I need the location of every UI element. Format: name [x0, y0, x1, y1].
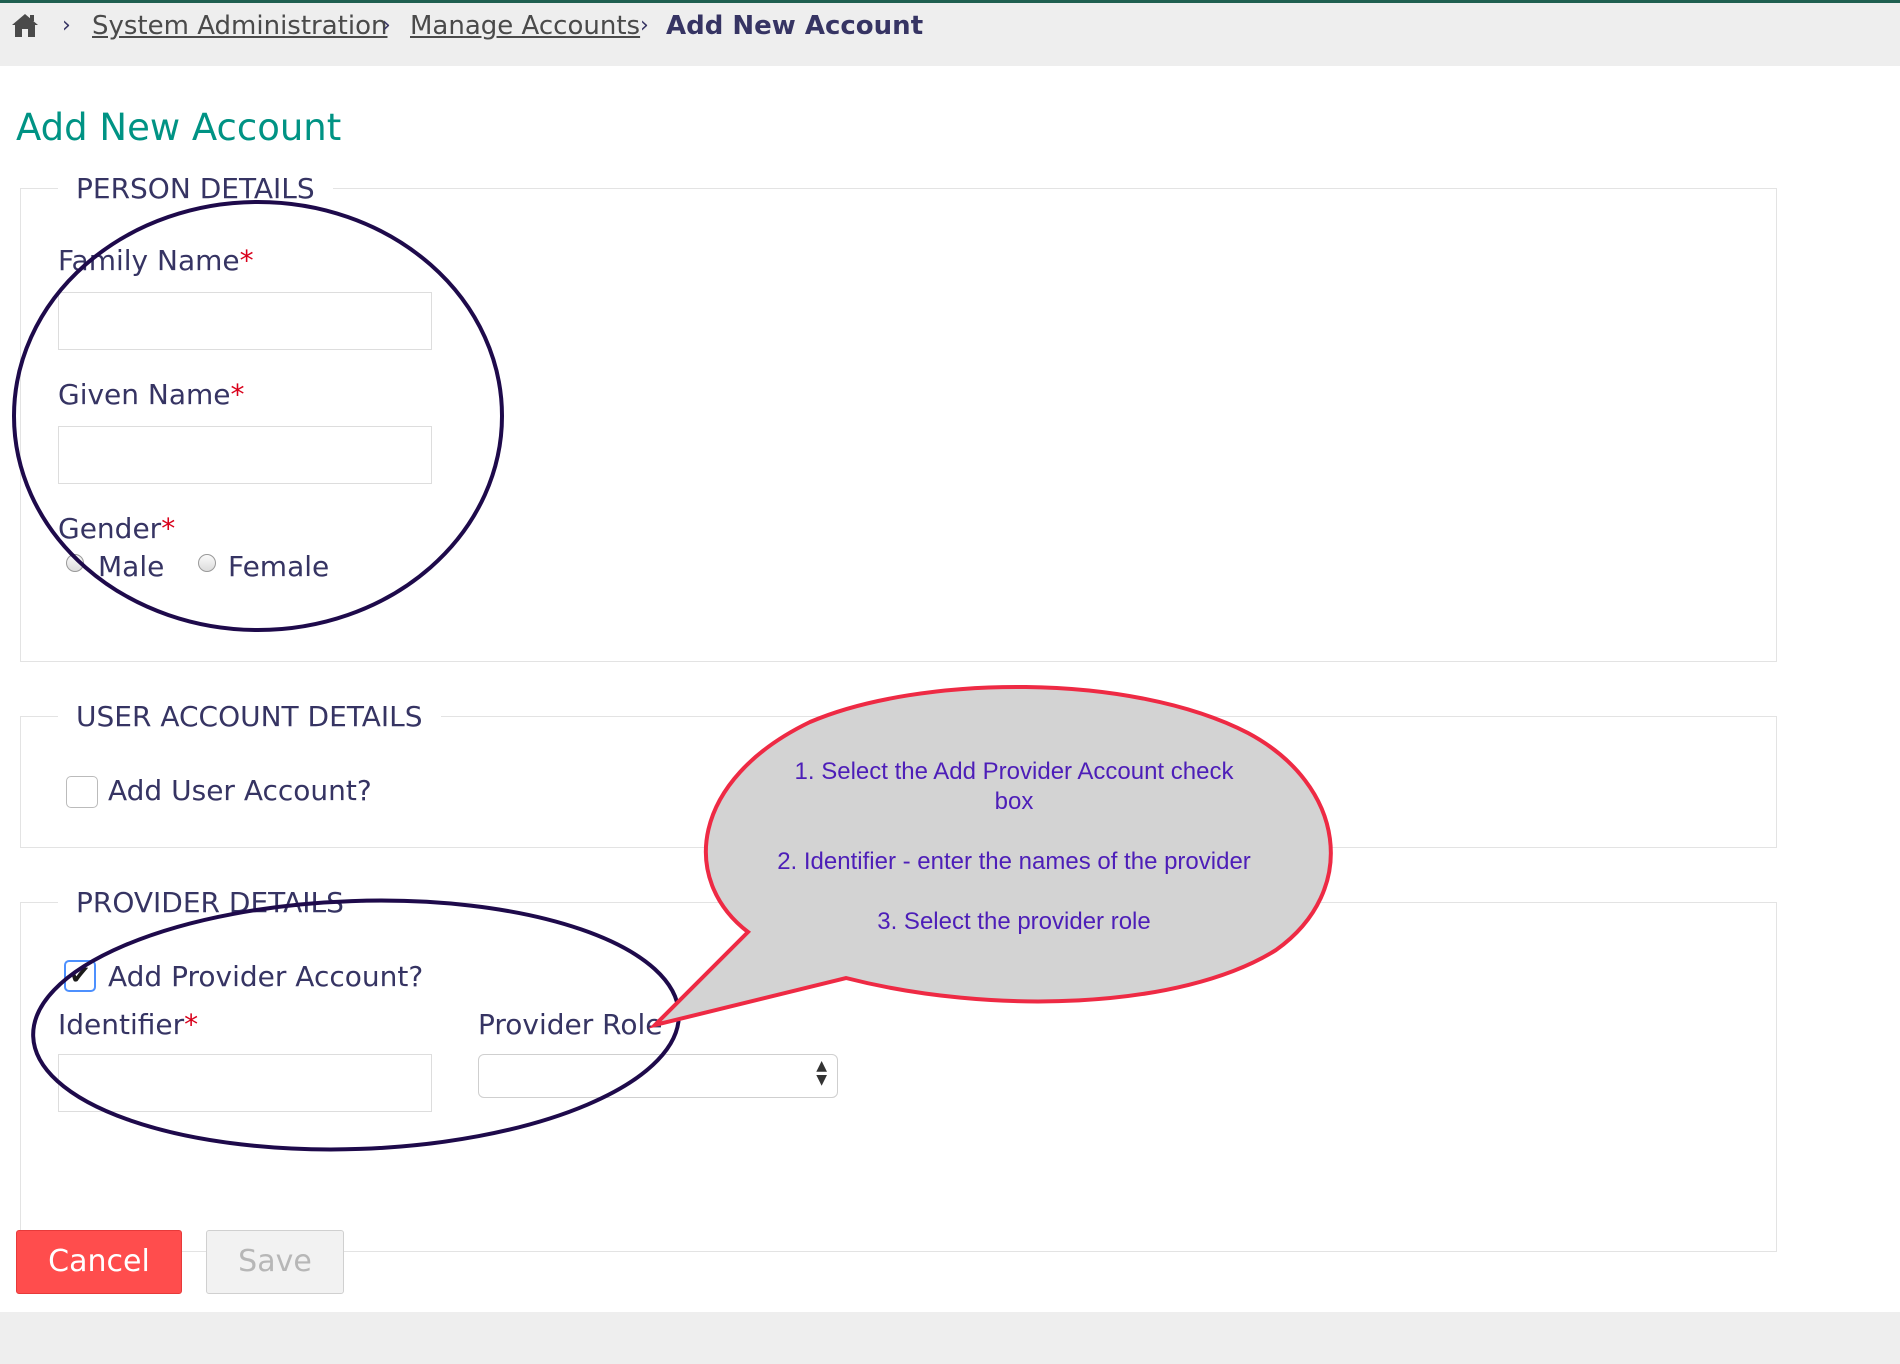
- given-name-label: Given Name*: [58, 378, 245, 411]
- callout-step1-line2: box: [994, 788, 1034, 815]
- gender-female-radio[interactable]: [198, 554, 216, 572]
- add-user-account-checkbox[interactable]: [66, 776, 98, 808]
- person-details-section: [20, 188, 1777, 662]
- callout-step2: 2. Identifier - enter the names of the p…: [777, 848, 1251, 875]
- gender-label: Gender*: [58, 512, 176, 545]
- cancel-button[interactable]: Cancel: [16, 1230, 182, 1294]
- identifier-label: Identifier*: [58, 1008, 199, 1041]
- required-marker: *: [161, 512, 176, 545]
- breadcrumb-separator-icon: ›: [382, 13, 391, 38]
- provider-details-legend: PROVIDER DETAILS: [58, 886, 362, 919]
- breadcrumb: › System Administration › Manage Account…: [0, 3, 1900, 47]
- required-marker: *: [184, 1008, 199, 1041]
- gender-male-radio[interactable]: [66, 554, 84, 572]
- main-content: Add New Account PERSON DETAILS Family Na…: [0, 66, 1900, 1312]
- checkmark-icon: ✔: [69, 961, 91, 991]
- breadcrumb-current-page: Add New Account: [666, 11, 924, 41]
- provider-role-label: Provider Role: [478, 1008, 663, 1041]
- family-name-input[interactable]: [58, 292, 432, 350]
- add-provider-account-checkbox[interactable]: ✔: [64, 960, 96, 992]
- required-marker: *: [239, 244, 254, 277]
- user-account-legend: USER ACCOUNT DETAILS: [58, 700, 441, 733]
- add-provider-account-label[interactable]: Add Provider Account?: [108, 960, 423, 993]
- provider-role-select[interactable]: ▲ ▼: [478, 1054, 838, 1098]
- callout-step1-line1: 1. Select the Add Provider Account check: [794, 758, 1234, 785]
- select-arrows-icon: ▲ ▼: [816, 1058, 827, 1088]
- gender-male-label[interactable]: Male: [98, 550, 164, 583]
- home-icon[interactable]: [10, 11, 40, 39]
- breadcrumb-separator-icon: ›: [640, 13, 649, 38]
- breadcrumb-system-administration[interactable]: System Administration: [92, 11, 387, 41]
- breadcrumb-manage-accounts[interactable]: Manage Accounts: [410, 11, 640, 41]
- callout-step3: 3. Select the provider role: [877, 908, 1151, 935]
- breadcrumb-separator-icon: ›: [62, 13, 71, 38]
- gender-female-label[interactable]: Female: [228, 550, 329, 583]
- identifier-input[interactable]: [58, 1054, 432, 1112]
- add-user-account-label[interactable]: Add User Account?: [108, 774, 372, 807]
- family-name-label: Family Name*: [58, 244, 254, 277]
- page-title: Add New Account: [16, 106, 342, 149]
- person-details-legend: PERSON DETAILS: [58, 172, 333, 205]
- given-name-input[interactable]: [58, 426, 432, 484]
- save-button[interactable]: Save: [206, 1230, 344, 1294]
- required-marker: *: [230, 378, 245, 411]
